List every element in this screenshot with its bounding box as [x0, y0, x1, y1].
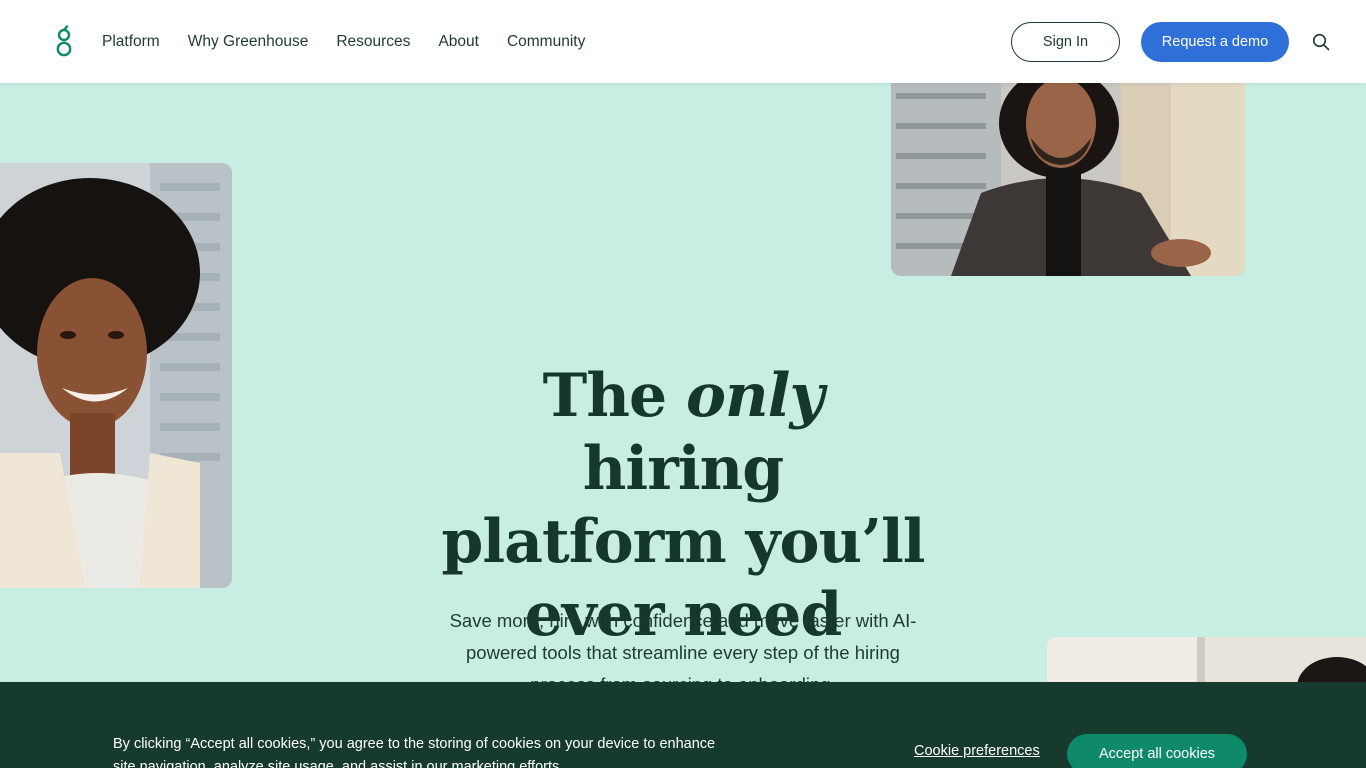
accept-all-cookies-button[interactable]: Accept all cookies	[1067, 734, 1247, 768]
search-icon[interactable]	[1311, 32, 1331, 52]
request-demo-button[interactable]: Request a demo	[1141, 22, 1289, 62]
nav-about[interactable]: About	[438, 33, 479, 51]
hero-photo-woman	[0, 163, 232, 588]
nav-why-greenhouse[interactable]: Why Greenhouse	[188, 33, 309, 51]
cookie-banner: By clicking “Accept all cookies,” you ag…	[0, 682, 1366, 768]
greenhouse-logo-icon[interactable]	[52, 25, 76, 59]
hero-title-start: The	[542, 361, 687, 431]
cookie-consent-text: By clicking “Accept all cookies,” you ag…	[113, 736, 716, 768]
hero-photo-man	[891, 83, 1245, 276]
nav-resources[interactable]: Resources	[336, 33, 410, 51]
site-header: Platform Why Greenhouse Resources About …	[0, 0, 1366, 83]
sign-in-button[interactable]: Sign In	[1011, 22, 1120, 62]
nav-platform[interactable]: Platform	[102, 33, 160, 51]
hero-title-emphasis: only	[686, 361, 824, 431]
nav-community[interactable]: Community	[507, 33, 585, 51]
main-nav: Platform Why Greenhouse Resources About …	[102, 0, 585, 83]
cookie-preferences-link[interactable]: Cookie preferences	[914, 743, 1040, 759]
